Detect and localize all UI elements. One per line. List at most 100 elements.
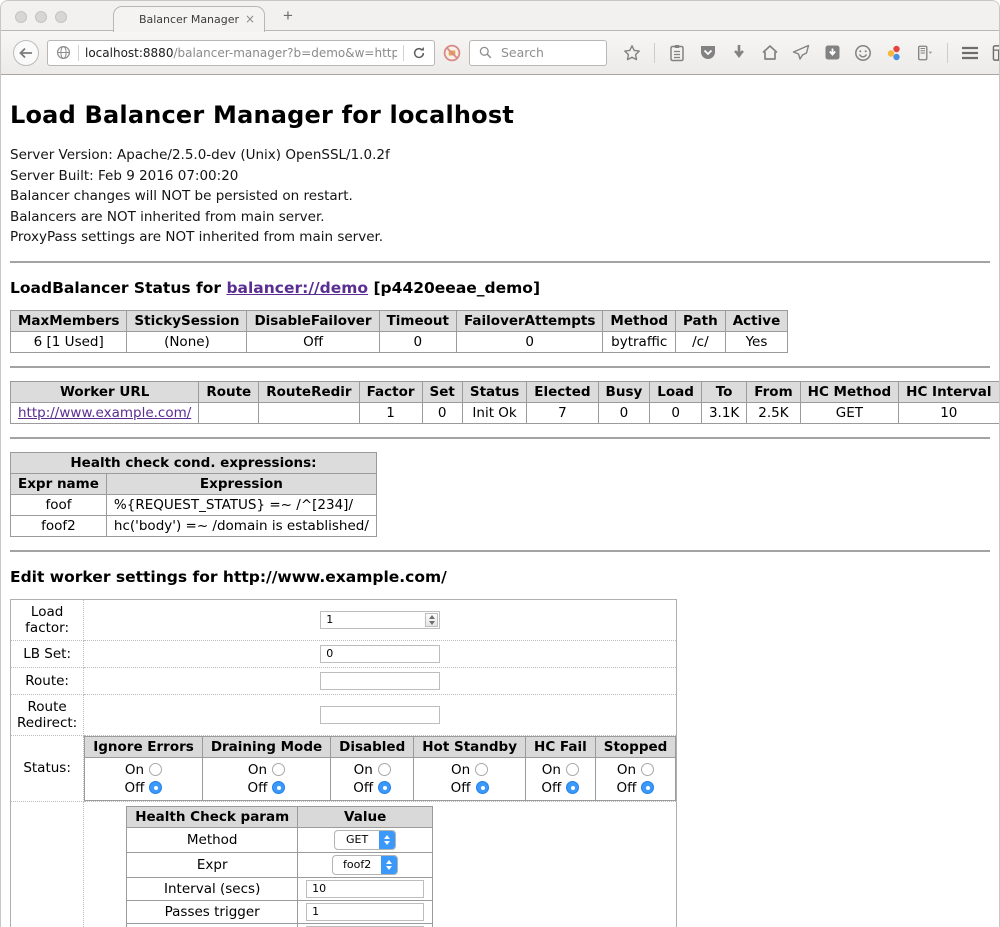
- save-to-device-icon[interactable]: [823, 44, 841, 62]
- hc-fails-row: Fails trigger): [127, 923, 433, 927]
- divider: [10, 261, 990, 263]
- persist-warning-line: Balancer changes will NOT be persisted o…: [10, 186, 990, 207]
- extension-colordots-icon[interactable]: [885, 44, 903, 62]
- heading-suffix: [p4420eeae_demo]: [368, 279, 540, 297]
- tab-close-icon[interactable]: ×: [245, 12, 255, 26]
- server-version-line: Server Version: Apache/2.5.0-dev (Unix) …: [10, 145, 990, 166]
- hc-method-row: Method GET: [127, 827, 433, 852]
- server-info: Server Version: Apache/2.5.0-dev (Unix) …: [10, 145, 990, 248]
- col-stopped: Stopped: [595, 736, 676, 757]
- cell-expr-name: foof2: [11, 515, 107, 536]
- expr-row: foof %{REQUEST_STATUS} =~ /^[234]/: [11, 494, 377, 515]
- col-load: Load: [650, 381, 702, 402]
- cell-active: Yes: [725, 331, 788, 352]
- lb-set-input[interactable]: [320, 645, 440, 663]
- radio-ignore-errors-off[interactable]: [149, 781, 162, 794]
- device-sync-icon[interactable]: [916, 44, 934, 62]
- proxypass-warning-line: ProxyPass settings are NOT inherited fro…: [10, 227, 990, 248]
- table-title-row: Health check cond. expressions:: [11, 452, 377, 473]
- feedback-smiley-icon[interactable]: [854, 44, 872, 62]
- browser-window: Balancer Manager × + localhost:8880/bala…: [0, 0, 1000, 927]
- close-window-button[interactable]: [15, 11, 27, 23]
- col-set: Set: [422, 381, 462, 402]
- col-hc-param: Health Check param: [127, 806, 298, 827]
- cell-hc-interval: 10: [899, 402, 999, 423]
- cell-load: 0: [650, 402, 702, 423]
- off-label: Off: [541, 780, 561, 796]
- new-tab-button[interactable]: +: [277, 5, 299, 27]
- download-icon[interactable]: [730, 44, 748, 62]
- blocked-content-icon[interactable]: [443, 44, 461, 62]
- url-path: /balancer-manager?b=demo&w=http://www.ex…: [173, 46, 397, 60]
- reload-icon[interactable]: [410, 44, 428, 62]
- hc-interval-input[interactable]: [306, 880, 424, 898]
- radio-hc-fail-on[interactable]: [566, 763, 579, 776]
- radio-stopped-on[interactable]: [641, 763, 654, 776]
- cell-expression: hc('body') =~ /domain is established/: [106, 515, 376, 536]
- page-content: Load Balancer Manager for localhost Serv…: [1, 101, 999, 927]
- divider: [10, 366, 990, 368]
- cell-path: /c/: [676, 331, 726, 352]
- hc-passes-row: Passes trigger: [127, 900, 433, 923]
- hc-passes-label: Passes trigger: [127, 900, 298, 923]
- cell-maxmembers: 6 [1 Used]: [11, 331, 127, 352]
- route-row: Route:: [11, 667, 677, 694]
- send-icon[interactable]: [792, 44, 810, 62]
- col-hc-value: Value: [298, 806, 433, 827]
- reading-list-icon[interactable]: [668, 44, 686, 62]
- hc-expressions-title: Health check cond. expressions:: [11, 452, 377, 473]
- zoom-window-button[interactable]: [55, 11, 67, 23]
- radio-hc-fail-off[interactable]: [566, 781, 579, 794]
- loadbalancer-status-heading: LoadBalancer Status for balancer://demo …: [10, 279, 990, 297]
- radio-draining-mode-off[interactable]: [272, 781, 285, 794]
- col-expr-name: Expr name: [11, 473, 107, 494]
- load-factor-input[interactable]: [320, 611, 440, 629]
- balancer-demo-link[interactable]: balancer://demo: [226, 279, 368, 297]
- hc-passes-input[interactable]: [306, 903, 424, 921]
- minimize-window-button[interactable]: [35, 11, 47, 23]
- off-label: Off: [248, 780, 268, 796]
- home-icon[interactable]: [761, 44, 779, 62]
- lb-set-label: LB Set:: [11, 640, 84, 667]
- worker-url-link[interactable]: http://www.example.com/: [18, 405, 191, 421]
- heading-prefix: LoadBalancer Status for: [10, 279, 226, 297]
- search-box[interactable]: [469, 40, 607, 66]
- back-arrow-icon: [19, 47, 33, 59]
- radio-hot-standby-on[interactable]: [475, 763, 488, 776]
- table-header-row: MaxMembers StickySession DisableFailover…: [11, 310, 788, 331]
- globe-icon: [54, 44, 72, 62]
- cell-from: 2.5K: [747, 402, 800, 423]
- url-host: localhost:8880: [85, 46, 173, 60]
- search-input[interactable]: [499, 44, 599, 61]
- on-label: On: [354, 762, 373, 778]
- table-header-row: Worker URL Route RouteRedir Factor Set S…: [11, 381, 1000, 402]
- pocket-icon[interactable]: [699, 44, 717, 62]
- menu-hamburger-icon[interactable]: [961, 44, 979, 62]
- tab-groups-icon[interactable]: [992, 44, 1000, 62]
- load-factor-row: Load factor:: [11, 599, 677, 640]
- status-row: Status: Ignore Errors Draining Mode Disa…: [11, 735, 677, 801]
- worker-settings-table: Load factor: LB Set: Route:: [10, 599, 677, 927]
- radio-hot-standby-off[interactable]: [476, 781, 489, 794]
- cell-expression: %{REQUEST_STATUS} =~ /^[234]/: [106, 494, 376, 515]
- url-text[interactable]: localhost:8880/balancer-manager?b=demo&w…: [85, 46, 397, 60]
- route-input[interactable]: [320, 672, 440, 690]
- radio-disabled-off[interactable]: [378, 781, 391, 794]
- radio-disabled-on[interactable]: [378, 763, 391, 776]
- load-factor-field-wrap: [320, 611, 440, 629]
- col-method: Method: [603, 310, 676, 331]
- hc-method-select[interactable]: GET: [334, 830, 396, 850]
- hc-expr-select[interactable]: foof2: [332, 855, 398, 875]
- select-stepper-icon: [381, 855, 397, 875]
- col-disablefailover: DisableFailover: [247, 310, 379, 331]
- radio-draining-mode-on[interactable]: [272, 763, 285, 776]
- route-redirect-input[interactable]: [320, 706, 440, 724]
- url-bar[interactable]: localhost:8880/balancer-manager?b=demo&w…: [47, 40, 435, 66]
- back-button[interactable]: [13, 40, 39, 66]
- col-timeout: Timeout: [379, 310, 456, 331]
- radio-ignore-errors-on[interactable]: [149, 763, 162, 776]
- bookmark-star-icon[interactable]: [623, 44, 641, 62]
- number-spinner-icon[interactable]: [425, 613, 438, 627]
- radio-stopped-off[interactable]: [641, 781, 654, 794]
- tab-balancer-manager[interactable]: Balancer Manager ×: [113, 6, 265, 32]
